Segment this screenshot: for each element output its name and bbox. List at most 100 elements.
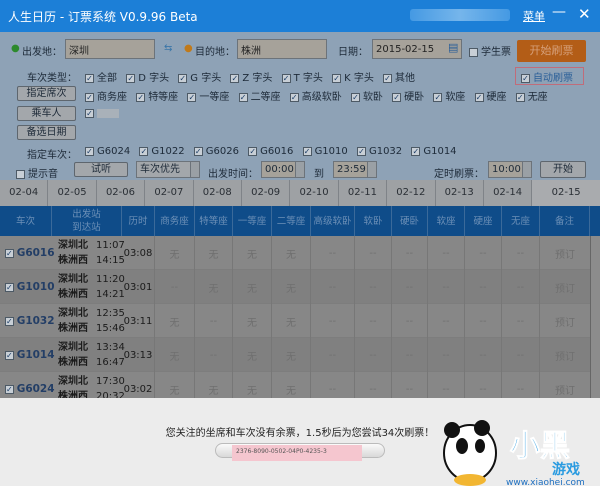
seat-second[interactable]: ✓ 二等座 xyxy=(238,92,281,103)
seat-soft-sleeper[interactable]: ✓ 软卧 xyxy=(350,92,383,103)
date-tab[interactable]: 02-15 xyxy=(532,180,600,206)
seat-availability: -- xyxy=(355,236,392,270)
seat-availability: 无 xyxy=(233,270,272,304)
train-item[interactable]: ✓ G1010 xyxy=(302,146,348,157)
from-station: 深圳北 xyxy=(58,240,88,251)
train-type-other[interactable]: ✓ 其他 xyxy=(383,73,415,84)
swap-icon[interactable]: ⇆ xyxy=(164,43,172,54)
timer-spinner[interactable]: 10:00 xyxy=(488,161,532,178)
seat-availability: 无 xyxy=(272,236,311,270)
column-header-label: 出发站 xyxy=(72,209,101,220)
seat-list: ✓ 商务座 ✓ 特等座 ✓ 一等座 ✓ 二等座 ✓ 高级软卧 ✓ 软卧 ✓ 硬卧 ✓ 软座 ✓ 硬… xyxy=(85,88,554,103)
depart-time: 13:34 xyxy=(96,342,125,353)
passenger-checkbox[interactable]: ✓ xyxy=(85,108,119,119)
column-header: 历时 xyxy=(122,206,155,236)
train-type-t[interactable]: ✓ T 字头 xyxy=(281,73,323,84)
column-header: 一等座 xyxy=(233,206,272,236)
train-item[interactable]: ✓ G6016 xyxy=(248,146,293,157)
to-station: 株洲西 xyxy=(58,323,88,334)
train-type-all[interactable]: ✓ 全部 xyxy=(85,73,117,84)
priority-select[interactable]: 车次优先 xyxy=(136,161,200,178)
seat-business[interactable]: ✓ 商务座 xyxy=(85,92,127,103)
table-row[interactable]: ✓ G1032 深圳北 株洲西 12:35 15:46 03:11 无 -- 无无 -- -… xyxy=(0,304,590,338)
row-checkbox[interactable]: ✓ xyxy=(5,350,14,360)
train-item[interactable]: ✓ G1032 xyxy=(356,146,402,157)
table-row[interactable]: ✓ G1010 深圳北 株洲西 11:20 14:21 03:01 -- 无无无 -- -… xyxy=(0,270,590,304)
book-link[interactable]: 预订 xyxy=(540,270,590,304)
seat-special[interactable]: ✓ 特等座 xyxy=(136,92,178,103)
date-tab[interactable]: 02-05 xyxy=(48,180,97,206)
seat-availability: -- xyxy=(355,304,392,338)
alt-date-button[interactable]: 备选日期 xyxy=(17,125,76,140)
time-to-spinner[interactable]: 23:59 xyxy=(333,161,377,178)
train-type-k[interactable]: ✓ K 字头 xyxy=(332,73,374,84)
student-checkbox[interactable]: 学生票 xyxy=(469,43,511,58)
calendar-icon[interactable]: ▤ xyxy=(448,41,458,54)
row-checkbox[interactable]: ✓ xyxy=(5,282,14,292)
menu-button[interactable]: 菜单 xyxy=(523,8,545,24)
duration: 03:13 xyxy=(122,338,155,372)
date-tab[interactable]: 02-11 xyxy=(339,180,388,206)
row-checkbox[interactable]: ✓ xyxy=(5,384,14,394)
sound-checkbox[interactable]: 提示音 xyxy=(16,165,58,180)
row-checkbox[interactable]: ✓ xyxy=(5,248,14,258)
train-type-z[interactable]: ✓ Z 字头 xyxy=(230,73,272,84)
row-checkbox[interactable]: ✓ xyxy=(5,316,14,326)
book-link[interactable]: 预订 xyxy=(540,372,590,398)
passenger-button[interactable]: 乘车人 xyxy=(17,106,76,121)
seat-first[interactable]: ✓ 一等座 xyxy=(187,92,229,103)
train-item[interactable]: ✓ G6026 xyxy=(193,146,239,157)
seat-availability: 无 xyxy=(272,372,311,398)
table-row[interactable]: ✓ G6016 深圳北 株洲西 11:07 14:15 03:08 无无无无 -- --… xyxy=(0,236,590,270)
train-cell[interactable]: ✓ G6016 xyxy=(0,236,55,270)
go-button[interactable]: 开始 xyxy=(540,161,586,178)
seat-availability: -- xyxy=(465,372,502,398)
date-tab[interactable]: 02-04 xyxy=(0,180,49,206)
date-tab[interactable]: 02-14 xyxy=(484,180,533,206)
seat-availability: -- xyxy=(502,270,540,304)
train-cell[interactable]: ✓ G1010 xyxy=(0,270,55,304)
from-input[interactable] xyxy=(65,39,155,59)
train-number: G6024 xyxy=(16,383,55,395)
seat-availability: -- xyxy=(428,338,465,372)
train-item[interactable]: ✓ G1022 xyxy=(139,146,185,157)
seat-select-button[interactable]: 指定席次 xyxy=(17,86,76,101)
book-link[interactable]: 预订 xyxy=(540,338,590,372)
book-link[interactable]: 预订 xyxy=(540,304,590,338)
start-refresh-button[interactable]: 开始刷票 xyxy=(517,40,586,62)
date-tab[interactable]: 02-07 xyxy=(145,180,194,206)
blurred-account xyxy=(410,9,510,21)
seat-hard-seat[interactable]: ✓ 硬座 xyxy=(474,92,507,103)
train-type-g[interactable]: ✓ G 字头 xyxy=(178,73,221,84)
seat-soft-seat[interactable]: ✓ 软座 xyxy=(433,92,465,103)
minimize-button[interactable]: — xyxy=(552,4,566,20)
train-type-d[interactable]: ✓ D 字头 xyxy=(126,73,169,84)
train-type-label: 车次类型： xyxy=(27,73,77,84)
checkbox[interactable] xyxy=(469,47,478,57)
seat-hard-sleeper[interactable]: ✓ 硬卧 xyxy=(392,92,424,103)
book-link[interactable]: 预订 xyxy=(540,236,590,270)
listen-button[interactable]: 试听 xyxy=(74,162,128,177)
date-tab[interactable]: 02-12 xyxy=(387,180,436,206)
auto-refresh-checkbox[interactable]: ✓ 自动刷票 xyxy=(521,69,573,84)
train-cell[interactable]: ✓ G1014 xyxy=(0,338,55,372)
date-tab[interactable]: 02-06 xyxy=(97,180,146,206)
close-button[interactable]: ✕ xyxy=(578,5,591,23)
train-item[interactable]: ✓ G1014 xyxy=(411,146,457,157)
date-tab[interactable]: 02-09 xyxy=(242,180,291,206)
seat-deluxe-sleeper[interactable]: ✓ 高级软卧 xyxy=(289,92,342,103)
train-item[interactable]: ✓ G6024 xyxy=(85,146,130,157)
to-input[interactable] xyxy=(237,39,327,59)
train-cell[interactable]: ✓ G1032 xyxy=(0,304,55,338)
depart-time: 11:20 xyxy=(96,274,125,285)
table-row[interactable]: ✓ G1014 深圳北 株洲西 13:34 16:47 03:13 无 -- 无无 -- -… xyxy=(0,338,590,372)
table-scrollbar[interactable] xyxy=(590,236,600,398)
date-tab[interactable]: 02-13 xyxy=(436,180,484,206)
table-row[interactable]: ✓ G6024 深圳北 株洲西 17:30 20:32 03:02 无无无无 -- --… xyxy=(0,372,590,398)
date-tab[interactable]: 02-10 xyxy=(290,180,339,206)
time-from-spinner[interactable]: 00:00 xyxy=(261,161,305,178)
train-cell[interactable]: ✓ G6024 xyxy=(0,372,55,398)
date-tab[interactable]: 02-08 xyxy=(194,180,242,206)
seat-standing[interactable]: ✓ 无座 xyxy=(515,92,548,103)
to-station: 株洲西 xyxy=(58,391,88,398)
